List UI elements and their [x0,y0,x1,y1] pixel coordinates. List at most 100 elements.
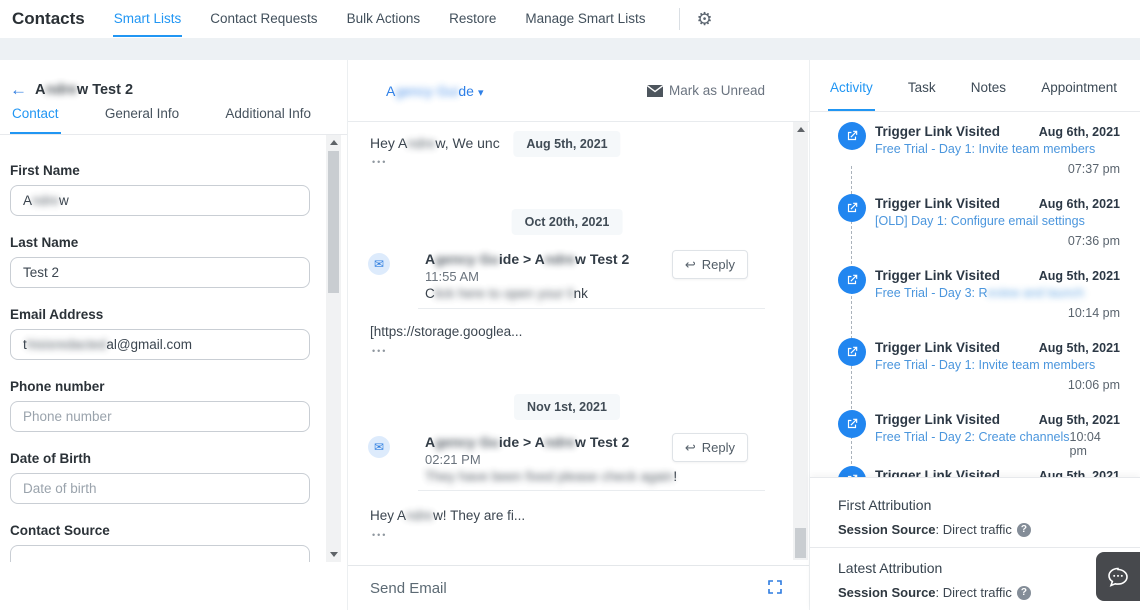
nav-tab-contact-requests[interactable]: Contact Requests [209,1,318,37]
nav-tab-manage-smart-lists[interactable]: Manage Smart Lists [524,1,646,37]
back-icon[interactable]: ← [10,80,27,100]
activity-entry: Trigger Link VisitedAug 5th, 2021Free Tr… [810,340,1140,392]
show-more-button[interactable]: ••• [372,346,387,356]
field-input-last-name[interactable]: Test 2 [10,257,310,288]
conversation-scrollbar[interactable] [793,122,808,560]
activity-entry-time: 10:04 pm [1070,430,1120,458]
expand-icon[interactable] [767,579,783,600]
contact-tab-contact[interactable]: Contact [10,98,61,134]
activity-entry-title: Trigger Link Visited [875,124,1000,139]
contact-name: Andrew Test 2 [35,82,133,98]
message-time: 02:21 PM [425,452,481,467]
field-value: Test 2 [23,265,59,280]
reply-button[interactable]: ↩Reply [672,433,748,462]
show-more-button[interactable]: ••• [372,530,387,540]
activity-entry-title: Trigger Link Visited [875,268,1000,283]
activity-tab-notes[interactable]: Notes [969,80,1008,111]
activity-entry-title: Trigger Link Visited [875,196,1000,211]
field-input-first-name[interactable]: Andrew [10,185,310,216]
from-email: Agency Guide [386,83,474,99]
activity-entry-date: Aug 5th, 2021 [1039,469,1120,477]
nav-separator [679,8,680,30]
message-list: Hey Andrew, We unc Aug 5th, 2021 ••• Oct… [348,122,793,565]
field-input-email-address[interactable]: thisisredactedal@gmail.com [10,329,310,360]
nav-tab-restore[interactable]: Restore [448,1,497,37]
caret-down-icon: ▾ [478,87,484,99]
contact-tab-general-info[interactable]: General Info [103,98,181,134]
trigger-link[interactable]: Free Trial - Day 3: Review and launch [875,286,1084,300]
help-icon[interactable]: ? [1017,586,1031,600]
gear-icon[interactable]: ⚙ [696,10,712,28]
activity-entry-date: Aug 5th, 2021 [1039,269,1120,283]
nav-tabs: Smart Lists Contact Requests Bulk Actions R… [113,0,674,38]
scroll-up-arrow[interactable] [326,136,341,149]
message-divider [418,308,765,309]
field-label-date-of-birth: Date of Birth [10,451,310,466]
send-email-tab[interactable]: Send Email [370,580,447,597]
attribution-section: First Attribution Session Source: Direct… [810,477,1140,610]
activity-entry-date: Aug 5th, 2021 [1039,413,1120,427]
latest-attribution-line: Session Source: Direct traffic ? [838,585,1140,600]
show-more-button[interactable]: ••• [372,157,387,167]
nav-tab-smart-lists[interactable]: Smart Lists [113,1,183,37]
external-link-icon [838,466,866,477]
activity-tab-activity[interactable]: Activity [828,80,875,111]
scrollbar-thumb[interactable] [795,528,806,558]
contact-panel-header: ← Andrew Test 2 Contact General Info Addit… [0,60,347,135]
session-source-label: Session Source [838,585,936,600]
activity-entry-date: Aug 5th, 2021 [1039,341,1120,355]
trigger-link[interactable]: Free Trial - Day 1: Invite team members [875,142,1095,156]
trigger-link[interactable]: [OLD] Day 1: Configure email settings [875,214,1085,228]
mark-as-unread-label: Mark as Unread [669,83,765,98]
activity-tab-appointment[interactable]: Appointment [1039,80,1119,111]
chat-widget-button[interactable] [1096,552,1140,601]
external-link-icon [838,266,866,294]
activity-entry: Trigger Link Visited Aug 6th, 2021 [OLD] D… [810,196,1140,248]
page-band [0,38,1140,60]
activity-entry-date: Aug 6th, 2021 [1039,197,1120,211]
activity-entry-time: 07:37 pm [875,162,1120,176]
reply-label: Reply [702,257,735,272]
attribution-divider [810,547,1140,548]
field-input-phone-number[interactable]: Phone number [10,401,310,432]
date-chip: Aug 5th, 2021 [513,131,620,157]
activity-entry-time: 10:06 pm [875,378,1120,392]
scrollbar-thumb[interactable] [328,151,339,293]
nav-tab-bulk-actions[interactable]: Bulk Actions [346,1,422,37]
email-from-selector[interactable]: Agency Guide ▾ [386,83,484,99]
activity-entry-title: Trigger Link Visited [875,412,1000,427]
field-label-phone-number: Phone number [10,379,310,394]
reply-label: Reply [702,440,735,455]
activity-entry-time: 10:14 pm [875,306,1120,320]
session-source-value: Direct traffic [943,585,1012,600]
activity-panel: Activity Task Notes Appointment Trigger Lin… [810,60,1140,610]
activity-entry: Trigger Link Visited Aug 5th, 2021 Free Tr… [810,268,1140,320]
trigger-link[interactable]: Free Trial - Day 2: Create channels [875,430,1070,444]
conversation-header: Agency Guide ▾ Mark as Unread [348,60,809,122]
page-title: Contacts [12,9,85,29]
field-input-contact-source[interactable] [10,545,310,562]
field-label-last-name: Last Name [10,235,310,250]
contact-tabs: Contact General Info Additional Info [0,98,327,134]
scroll-down-arrow[interactable] [326,548,341,561]
field-input-date-of-birth[interactable]: Date of birth [10,473,310,504]
session-source-label: Session Source [838,522,936,537]
send-email-bar: Send Email [348,565,809,610]
activity-tab-task[interactable]: Task [906,80,938,111]
field-label-email-address: Email Address [10,307,310,322]
trigger-link[interactable]: Free Trial - Day 1: Invite team members [875,358,1095,372]
contact-scrollbar[interactable] [326,135,341,562]
scroll-up-arrow[interactable] [793,123,808,136]
message-body: [https://storage.googlea... [370,324,522,339]
external-link-icon [838,410,866,438]
contact-tab-additional-info[interactable]: Additional Info [223,98,313,134]
field-placeholder: Phone number [23,409,112,424]
contact-fields: First NameAndrewLast NameTest 2Email Add… [0,135,326,562]
reply-icon: ↩ [685,257,696,273]
help-icon[interactable]: ? [1017,523,1031,537]
activity-entry-title: Trigger Link Visited [875,468,1000,477]
email-message-icon: ✉ [368,436,390,458]
mark-as-unread-button[interactable]: Mark as Unread [647,83,765,98]
session-source-value: Direct traffic [943,522,1012,537]
reply-button[interactable]: ↩ Reply [672,250,748,279]
